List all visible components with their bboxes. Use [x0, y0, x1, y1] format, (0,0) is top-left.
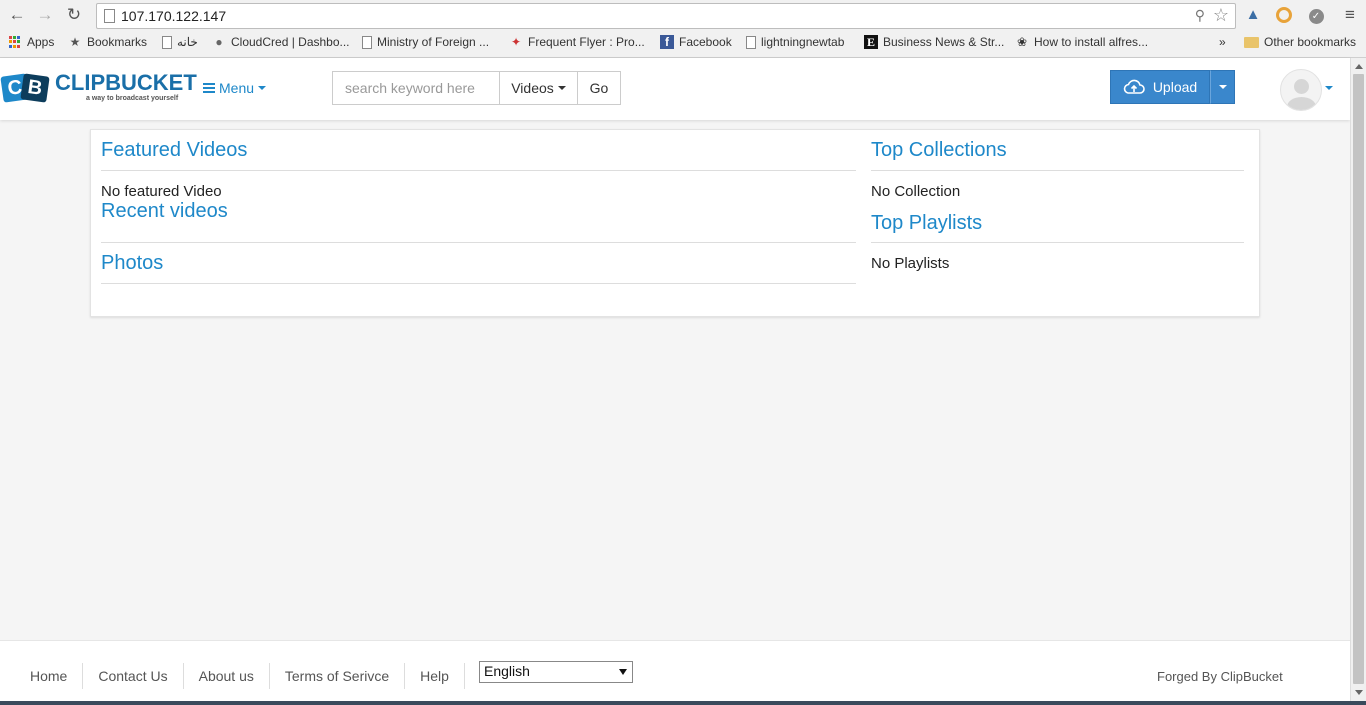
- forward-arrow-icon[interactable]: →: [34, 4, 56, 26]
- footer-credit: Forged By ClipBucket: [1157, 669, 1283, 684]
- footer-links: Home Contact Us About us Terms of Serivc…: [0, 663, 465, 689]
- page-icon: [746, 35, 756, 49]
- search-go-button[interactable]: Go: [578, 71, 621, 105]
- bookmark-star-icon[interactable]: ☆: [1213, 5, 1229, 26]
- scroll-thumb[interactable]: [1353, 74, 1364, 684]
- bookmarks-overflow[interactable]: »: [1219, 35, 1226, 49]
- clipbucket-logo[interactable]: C B CLIPBUCKET a way to broadcast yourse…: [0, 70, 197, 106]
- top-collections-title[interactable]: Top Collections: [871, 130, 1244, 171]
- chrome-menu-icon[interactable]: ≡: [1340, 5, 1360, 25]
- bookmark-frequent-flyer[interactable]: ✦ Frequent Flyer : Pro...: [509, 35, 645, 49]
- address-bar[interactable]: 107.170.122.147 ⚲ ☆: [96, 3, 1236, 29]
- bookmark-home-fa[interactable]: خانه: [162, 35, 198, 49]
- back-arrow-icon[interactable]: ←: [6, 4, 28, 26]
- bookmark-alfresco[interactable]: ❀ How to install alfres...: [1015, 35, 1148, 49]
- select-arrow-icon: [619, 669, 627, 675]
- logo-tagline: a way to broadcast yourself: [86, 95, 179, 102]
- search-form: Videos Go: [332, 71, 621, 105]
- caret-down-icon: [557, 86, 566, 90]
- folder-icon: [1244, 36, 1259, 48]
- user-menu-caret-icon[interactable]: [1325, 86, 1333, 90]
- user-avatar[interactable]: [1280, 69, 1322, 111]
- scroll-up-arrow-icon[interactable]: [1355, 64, 1363, 69]
- bookmarks-bar: Apps ★ Bookmarks خانه ● CloudCred | Dash…: [0, 32, 1366, 54]
- facebook-icon: f: [660, 35, 674, 49]
- upload-group: Upload: [1110, 70, 1235, 104]
- frequent-flyer-icon: ✦: [510, 35, 522, 49]
- home-panel: Featured Videos No featured Video Recent…: [90, 129, 1260, 317]
- page-icon: [104, 9, 115, 23]
- right-column: Top Collections No Collection Top Playli…: [871, 130, 1244, 272]
- recent-videos-title[interactable]: Recent videos: [101, 200, 856, 243]
- business-news-icon: E: [864, 35, 878, 49]
- page-scrollbar[interactable]: [1350, 58, 1366, 705]
- footer-link-home[interactable]: Home: [0, 663, 84, 689]
- bookmark-lightningnewtab[interactable]: lightningnewtab: [746, 35, 844, 49]
- apps-grid-icon: [8, 35, 22, 49]
- upload-button[interactable]: Upload: [1110, 70, 1210, 104]
- bookmark-business-news[interactable]: E Business News & Str...: [864, 35, 1004, 49]
- search-input[interactable]: [332, 71, 499, 105]
- playlists-empty-text: No Playlists: [871, 255, 950, 272]
- bookmark-bookmarks[interactable]: ★ Bookmarks: [68, 35, 147, 49]
- footer-link-terms[interactable]: Terms of Serivce: [270, 663, 406, 689]
- logo-text: CLIPBUCKET: [55, 70, 197, 95]
- photos-title[interactable]: Photos: [101, 243, 856, 284]
- bookmark-ministry[interactable]: Ministry of Foreign ...: [362, 35, 489, 49]
- bookmark-other[interactable]: Other bookmarks: [1244, 35, 1356, 49]
- extension-ring-icon[interactable]: [1274, 5, 1294, 25]
- bookmark-facebook[interactable]: f Facebook: [660, 35, 732, 49]
- bookmark-cloudcred[interactable]: ● CloudCred | Dashbo...: [212, 35, 349, 49]
- featured-empty-text: No featured Video: [101, 183, 222, 200]
- bookmark-apps[interactable]: Apps: [8, 35, 54, 49]
- site-header: C B CLIPBUCKET a way to broadcast yourse…: [0, 58, 1350, 120]
- top-playlists-title[interactable]: Top Playlists: [871, 200, 1244, 243]
- menu-label: Menu: [219, 80, 255, 96]
- browser-chrome: ← → ↻ 107.170.122.147 ⚲ ☆ ▲ ✓ ≡ Apps ★ B…: [0, 0, 1366, 58]
- extension-download-icon[interactable]: ▲: [1243, 5, 1263, 25]
- reload-icon[interactable]: ↻: [63, 4, 85, 26]
- caret-down-icon: [1218, 85, 1227, 89]
- taskbar-strip: [0, 701, 1366, 705]
- key-icon[interactable]: ⚲: [1195, 7, 1205, 24]
- footer-link-about[interactable]: About us: [184, 663, 270, 689]
- extension-check-icon[interactable]: ✓: [1306, 5, 1326, 25]
- footer-link-help[interactable]: Help: [405, 663, 465, 689]
- address-url[interactable]: 107.170.122.147: [121, 8, 226, 24]
- language-select[interactable]: English: [479, 661, 633, 683]
- upload-options-toggle[interactable]: [1210, 70, 1235, 104]
- collections-empty-text: No Collection: [871, 183, 961, 200]
- left-column: Featured Videos No featured Video Recent…: [101, 130, 856, 284]
- scroll-down-arrow-icon[interactable]: [1355, 690, 1363, 695]
- page-icon: [362, 35, 372, 49]
- menu-button[interactable]: Menu: [203, 80, 267, 96]
- star-icon: ★: [69, 35, 81, 49]
- search-type-dropdown[interactable]: Videos: [499, 71, 578, 105]
- cloudcred-icon: ●: [215, 35, 223, 49]
- hamburger-icon: [203, 83, 215, 93]
- bird-icon: ❀: [1016, 35, 1028, 49]
- caret-down-icon: [258, 86, 267, 90]
- featured-videos-title[interactable]: Featured Videos: [101, 130, 856, 171]
- site-footer: Home Contact Us About us Terms of Serivc…: [0, 640, 1350, 705]
- cb-logo-icon: C B: [0, 73, 50, 103]
- cloud-upload-icon: [1123, 79, 1145, 94]
- page-icon: [162, 35, 172, 49]
- footer-link-contact[interactable]: Contact Us: [83, 663, 184, 689]
